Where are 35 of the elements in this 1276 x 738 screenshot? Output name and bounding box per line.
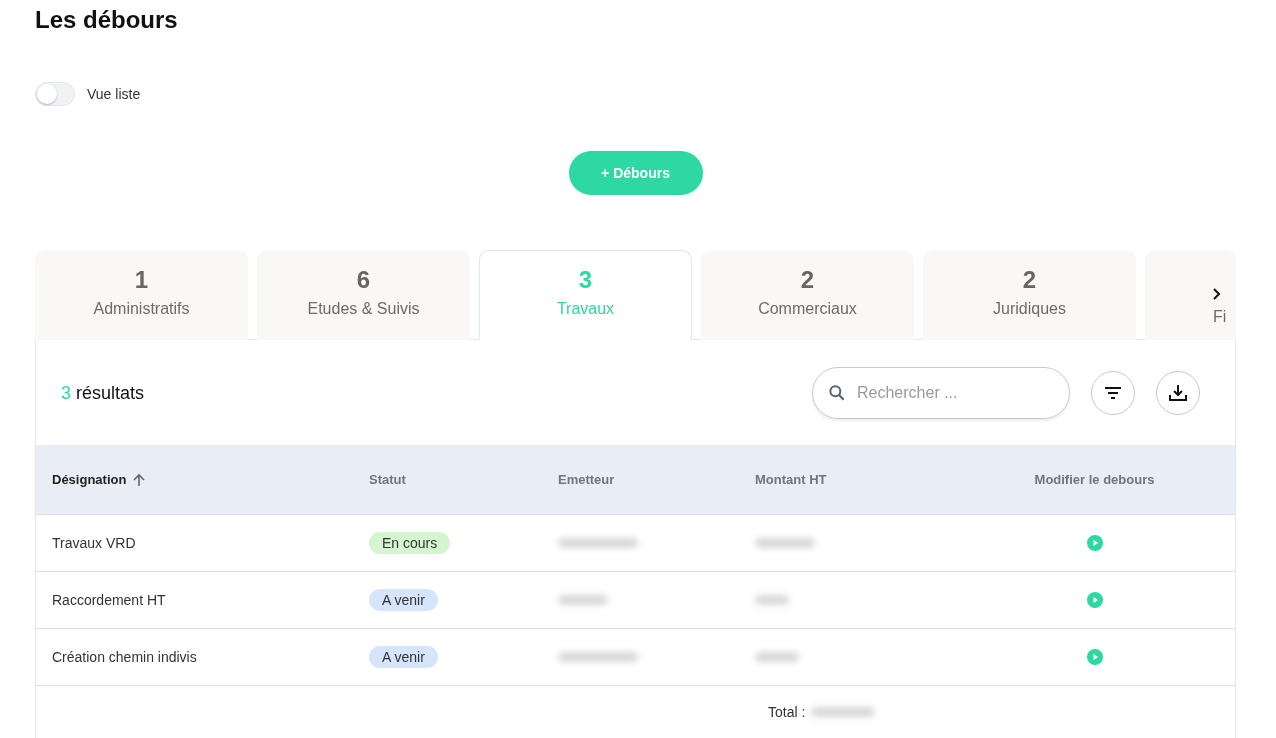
column-header[interactable]: Statut (369, 472, 558, 487)
blurred-text (558, 595, 608, 605)
blurred-text (755, 595, 789, 605)
table-cell-text: Raccordement HT (52, 592, 167, 608)
download-button[interactable] (1156, 371, 1200, 415)
category-tab[interactable]: 6 Etudes & Suivis (257, 250, 470, 340)
category-tab[interactable]: 2 Commerciaux (701, 250, 914, 340)
blurred-text (811, 707, 876, 717)
status-badge: A venir (369, 589, 438, 611)
column-header[interactable]: Montant HT (755, 472, 970, 487)
view-switch[interactable] (35, 82, 75, 106)
filter-button[interactable] (1091, 371, 1135, 415)
download-icon (1168, 383, 1188, 403)
total-label: Total : (768, 704, 806, 720)
status-badge: En cours (369, 532, 451, 554)
category-tab[interactable]: 2 Juridiques (923, 250, 1136, 340)
filter-icon (1104, 386, 1122, 400)
play-icon[interactable] (1086, 592, 1103, 608)
category-tab[interactable]: 1 Administratifs (35, 250, 248, 340)
status-badge: A venir (369, 646, 438, 668)
sort-up-icon (132, 472, 147, 487)
column-header[interactable]: Désignation (52, 472, 369, 487)
page-title: Les débours (35, 5, 179, 35)
column-header[interactable]: Emetteur (558, 472, 755, 487)
category-tab[interactable]: Fi (1145, 250, 1236, 340)
switch-label: Vue liste (87, 86, 141, 102)
play-icon[interactable] (1086, 649, 1103, 665)
blurred-text (755, 538, 815, 548)
play-icon[interactable] (1086, 535, 1103, 551)
table-cell-text: Travaux VRD (52, 535, 137, 551)
column-header[interactable]: Modifier le debours (970, 472, 1235, 487)
search-icon (827, 383, 847, 403)
table-cell-text: Création chemin indivis (52, 649, 198, 665)
results-count: 3 résultats (61, 382, 146, 404)
blurred-text (755, 652, 799, 662)
